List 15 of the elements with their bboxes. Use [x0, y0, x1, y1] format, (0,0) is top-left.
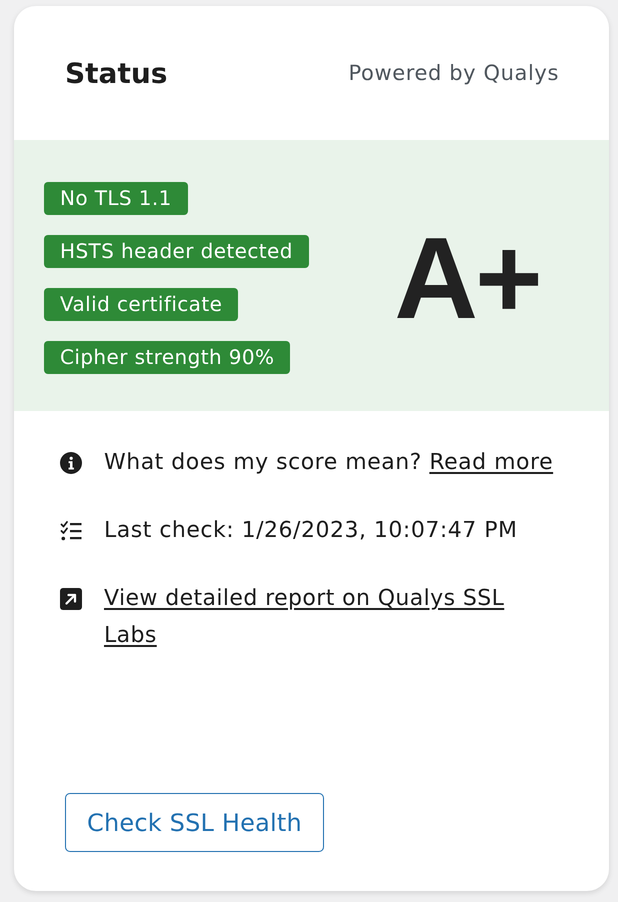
check-badge: No TLS 1.1 [44, 182, 188, 214]
external-link-icon [60, 588, 82, 610]
info-icon [60, 452, 82, 474]
score-question-text: What does my score mean? Read more [104, 449, 554, 477]
checklist-icon [60, 520, 82, 542]
detailed-report-link[interactable]: View detailed report on Qualys SSL Labs [104, 580, 534, 654]
last-check-text: Last check: 1/26/2023, 10:07:47 PM [104, 517, 518, 545]
check-badge: HSTS header detected [44, 234, 309, 268]
check-badge: Valid certificate [44, 288, 238, 320]
grade-text: A+ [394, 220, 540, 336]
check-badge: Cipher strength 90% [44, 340, 290, 374]
check-ssl-button[interactable]: Check SSL Health [65, 793, 324, 852]
read-more-link[interactable]: Read more [429, 450, 554, 475]
provider-text: Powered by Qualys [348, 61, 559, 85]
card-title: Status [65, 56, 168, 90]
